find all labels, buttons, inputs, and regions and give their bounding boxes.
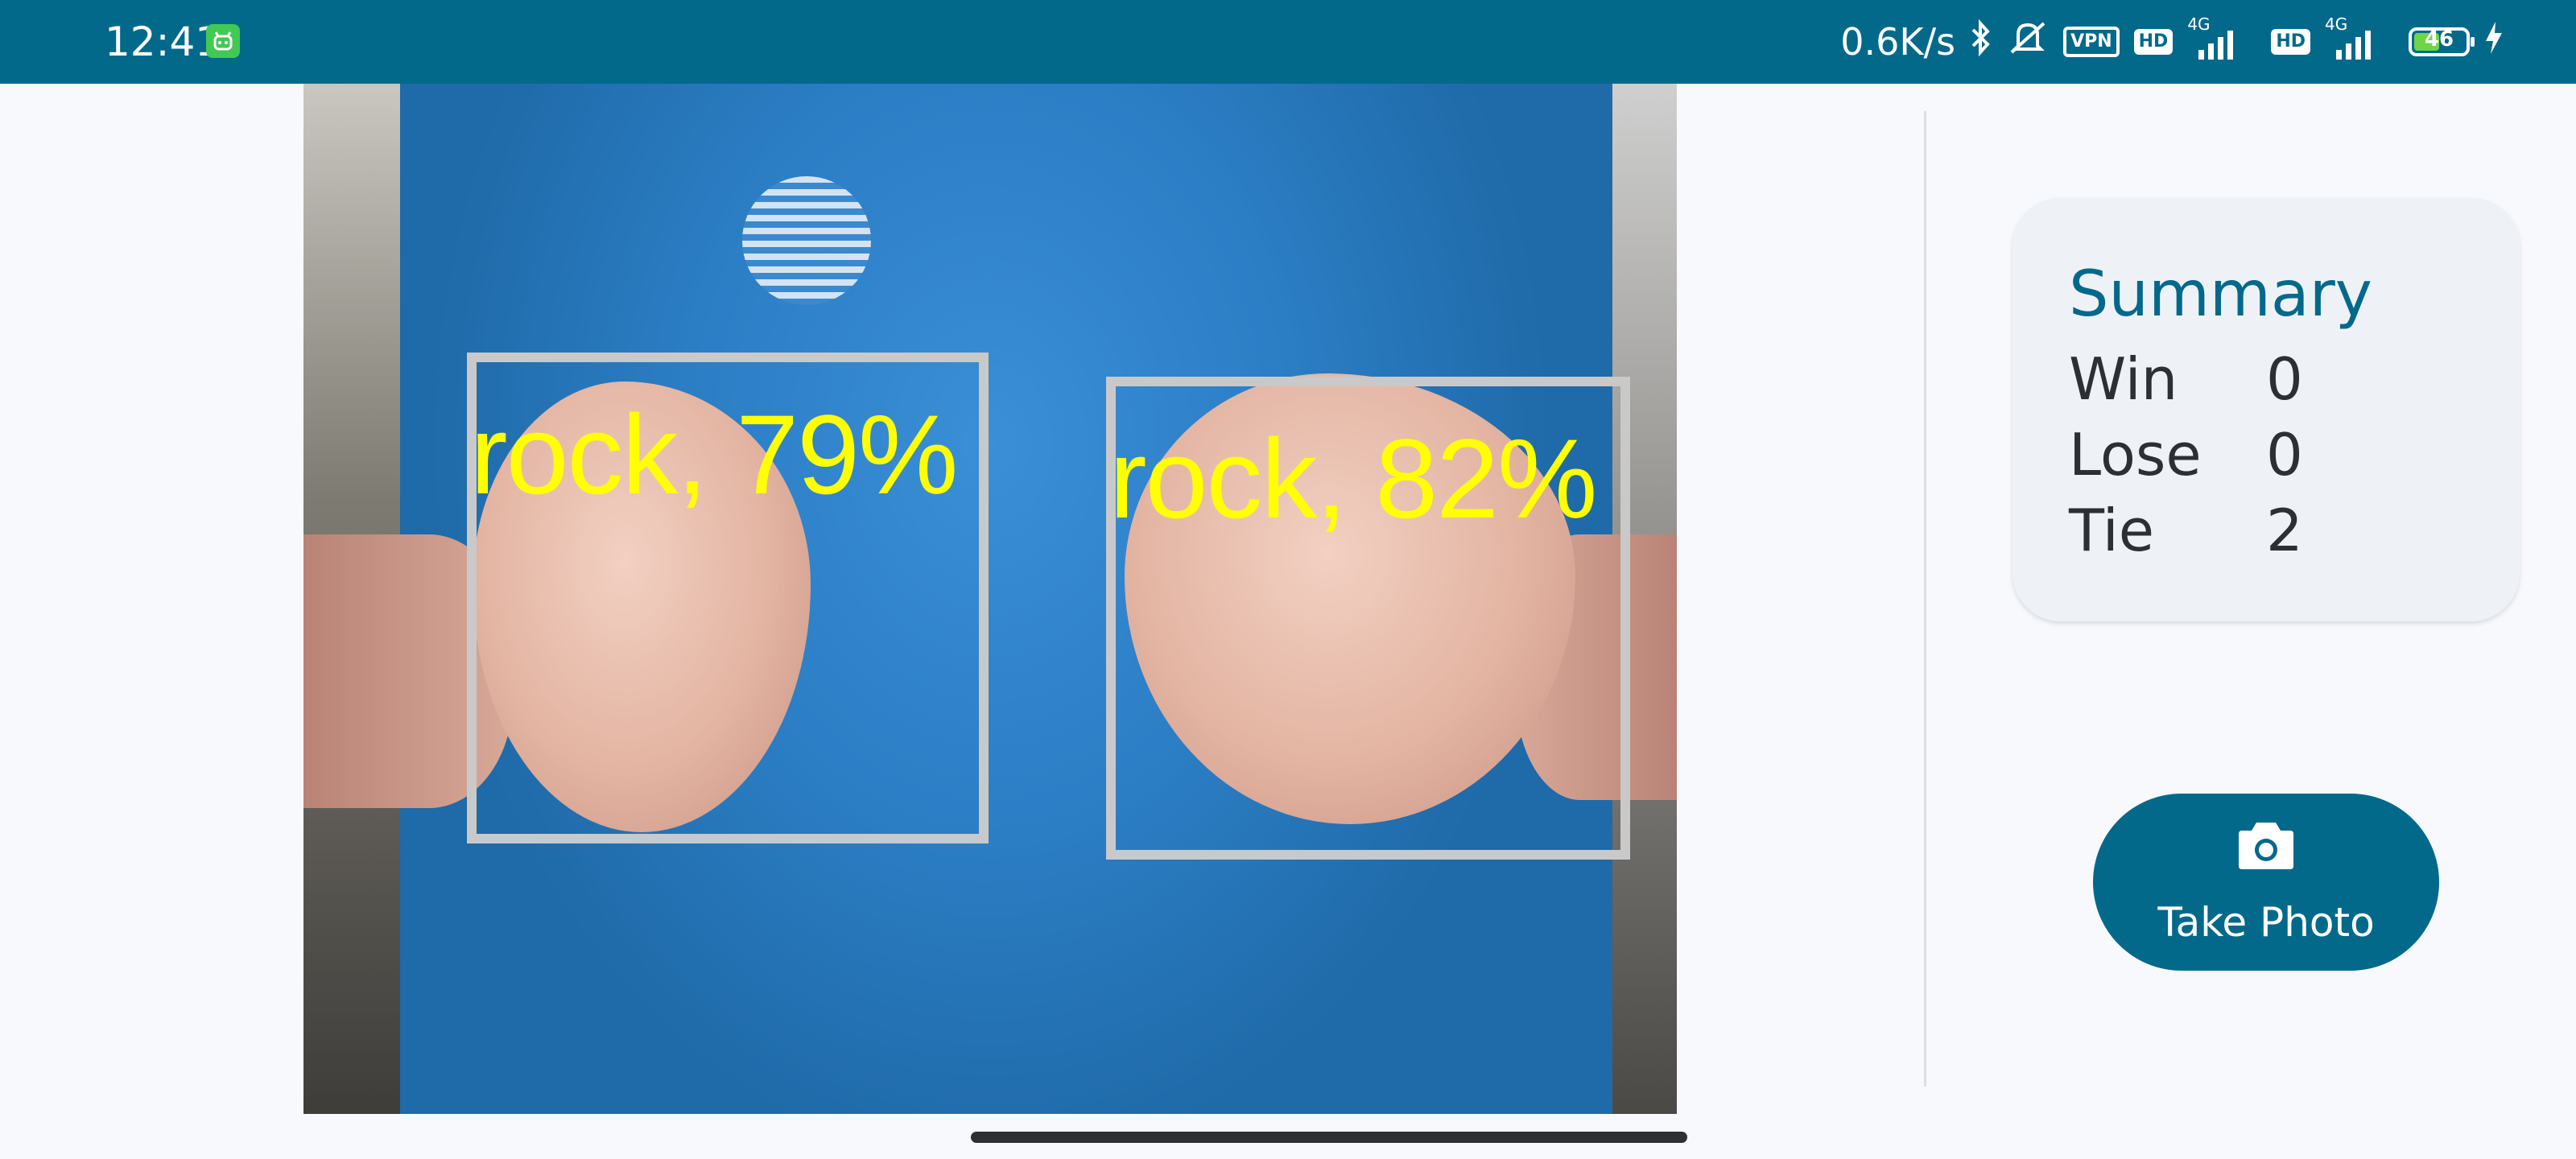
summary-row-lose: Lose 0 xyxy=(2069,417,2303,493)
vpn-icon: VPN xyxy=(2063,27,2120,57)
home-indicator[interactable] xyxy=(971,1132,1687,1143)
summary-label: Win xyxy=(2069,345,2178,413)
app-notification-icon xyxy=(206,24,240,58)
shirt-logo xyxy=(742,176,871,305)
battery-level: 46 xyxy=(2424,27,2454,52)
detection-label: rock, 82% xyxy=(1109,415,1597,542)
summary-row-tie: Tie 2 xyxy=(2069,493,2303,568)
status-time: 12:41 xyxy=(105,19,221,65)
take-photo-button[interactable]: Take Photo xyxy=(2093,794,2439,971)
battery-icon: 46 xyxy=(2409,27,2475,56)
charging-icon xyxy=(2484,20,2504,64)
detection-box: rock, 82% xyxy=(1106,377,1630,860)
mute-icon xyxy=(2007,19,2049,66)
status-bar: 12:41 0.6K/s VPN HD 4G HD 4G 46 xyxy=(0,0,2576,84)
camera-preview: rock, 79% rock, 82% xyxy=(303,84,1677,1114)
detection-box: rock, 79% xyxy=(467,353,989,843)
bluetooth-icon xyxy=(1970,19,1992,66)
signal-icon: 4G xyxy=(2187,14,2256,64)
summary-value: 0 xyxy=(2266,345,2303,413)
vertical-divider xyxy=(1924,111,1926,1087)
hd-icon: HD xyxy=(2271,29,2310,55)
detection-label: rock, 79% xyxy=(470,391,958,518)
signal-icon: 4G xyxy=(2325,14,2394,64)
summary-label: Lose xyxy=(2069,421,2202,489)
net-speed: 0.6K/s xyxy=(1840,20,1956,64)
summary-value: 2 xyxy=(2266,497,2303,564)
summary-value: 0 xyxy=(2266,421,2303,489)
hd-icon: HD xyxy=(2133,29,2174,55)
summary-label: Tie xyxy=(2069,497,2155,564)
camera-icon xyxy=(2237,818,2295,874)
take-photo-label: Take Photo xyxy=(2157,899,2375,946)
status-icons: 0.6K/s VPN HD 4G HD 4G 46 xyxy=(1840,14,2504,68)
summary-row-win: Win 0 xyxy=(2069,341,2303,417)
summary-title: Summary xyxy=(2069,258,2372,331)
summary-card: Summary Win 0 Lose 0 Tie 2 xyxy=(2013,198,2520,621)
